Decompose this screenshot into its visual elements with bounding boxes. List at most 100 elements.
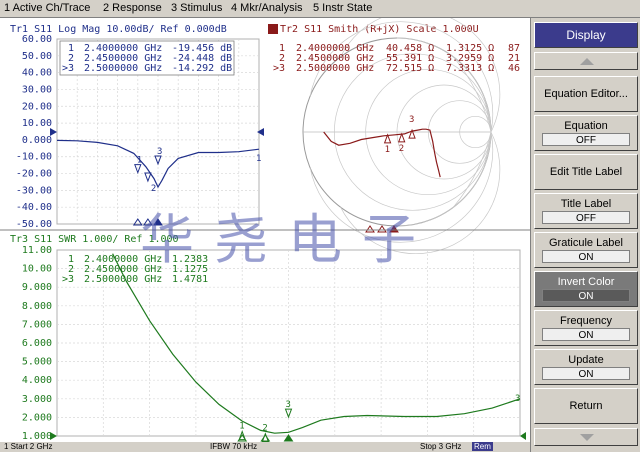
tr1-y-tick-label: 60.00 (22, 34, 52, 45)
tr2-mk3-extra: 46 (508, 63, 520, 74)
menu-bar: 1 Active Ch/Trace 2 Response 3 Stimulus … (0, 0, 640, 18)
tr3-marker-label: 3 (286, 400, 291, 410)
tr1-mk3-num: >3 (62, 63, 74, 74)
scroll-up-button[interactable] (534, 52, 638, 70)
tr3-y-tick-labels: 11.00 10.00 9.000 8.000 7.000 6.000 5.000 4.000… (22, 245, 52, 442)
edit-title-label-softkey[interactable]: Edit Title Label (534, 154, 638, 190)
frequency-value: ON (542, 328, 630, 341)
invert-color-text: Invert Color (557, 276, 615, 288)
equation-softkey[interactable]: Equation OFF (534, 115, 638, 151)
tr1-y-tick-label: 10.00 (22, 118, 52, 129)
tr1-ref-marker-left (50, 128, 57, 136)
menu-mkr-analysis[interactable]: 4 Mkr/Analysis (231, 2, 303, 14)
tr3-marker-label: 2 (262, 424, 267, 434)
tr1-log-mag-chart: Tr1 S11 Log Mag 10.00dB/ Ref 0.000dB 60.… (10, 24, 264, 230)
tr2-marker-stim-indicator (365, 225, 375, 233)
tr2-mk3-r: 72.515 Ω (386, 63, 434, 74)
smith-reactance-arc (340, 18, 501, 133)
graticule-label-softkey[interactable]: Graticule Label ON (534, 232, 638, 268)
tr3-ref-marker-left (50, 432, 57, 440)
menu-stimulus[interactable]: 3 Stimulus (171, 2, 222, 14)
tr2-marker-table: 1 2.4000000 GHz 40.458 Ω 1.3125 Ω 87 2 2… (273, 43, 520, 74)
tr2-marker-stim-indicator (389, 225, 399, 233)
tr1-marker-label: 2 (151, 184, 156, 194)
tr1-marker-glyph[interactable] (144, 172, 152, 183)
tr1-ref-marker-right (257, 128, 264, 136)
title-label-value: OFF (542, 211, 630, 224)
tr3-y-tick-label: 1.000 (22, 431, 52, 442)
invert-color-value: ON (542, 289, 630, 302)
softkey-panel: Display Equation Editor... Equation OFF E… (530, 18, 640, 452)
display-softkey[interactable]: Display (534, 22, 638, 48)
triangle-down-icon (580, 434, 594, 441)
tr3-y-tick-label: 6.000 (22, 338, 52, 349)
tr3-y-tick-label: 3.000 (22, 394, 52, 405)
tr1-marker-glyphs: 1 2 3 1 (132, 147, 261, 226)
tr2-trace (323, 128, 441, 178)
tr1-marker-label: 3 (157, 147, 162, 157)
tr2-marker-stim-indicator (377, 225, 387, 233)
tr3-title[interactable]: Tr3 S11 SWR 1.000/ Ref 1.000 (10, 234, 179, 245)
status-rem-badge: Rem (472, 442, 493, 451)
return-softkey[interactable]: Return (534, 388, 638, 424)
tr3-mk3-num: >3 (62, 274, 74, 285)
equation-editor-label: Equation Editor... (544, 88, 628, 100)
status-ifbw: IFBW 70 kHz (210, 442, 258, 451)
tr3-mk3-value: 1.4781 (172, 274, 208, 285)
tr3-mk3-freq: 2.5000000 GHz (84, 274, 162, 285)
menu-active-ch-trace[interactable]: 1 Active Ch/Trace (4, 2, 90, 14)
graticule-label-text: Graticule Label (549, 237, 623, 249)
update-softkey[interactable]: Update ON (534, 349, 638, 385)
tr1-y-tick-label: 0.000 (22, 135, 52, 146)
triangle-up-icon (580, 58, 594, 65)
tr1-y-tick-label: -20.00 (16, 169, 52, 180)
tr3-y-tick-label: 10.00 (22, 264, 52, 275)
tr1-marker-table: 1 2.4000000 GHz -19.456 dB 2 2.4500000 G… (59, 40, 235, 76)
tr2-mk3-freq: 2.5000000 GHz (296, 63, 374, 74)
tr2-title[interactable]: Tr2 S11 Smith (R+jX) Scale 1.000U (280, 24, 479, 35)
display-label: Display (566, 28, 606, 42)
equation-value: OFF (542, 133, 630, 146)
tr3-y-tick-label: 8.000 (22, 301, 52, 312)
tr3-swr-chart: Tr3 S11 SWR 1.000/ Ref 1.000 11.00 10.00 9… (0, 229, 530, 443)
equation-editor-softkey[interactable]: Equation Editor... (534, 76, 638, 112)
frequency-softkey[interactable]: Frequency ON (534, 310, 638, 346)
scroll-down-button[interactable] (534, 428, 638, 446)
tr3-y-tick-label: 5.000 (22, 357, 52, 368)
status-bar: 1 Start 2 GHz IFBW 70 kHz Stop 3 GHz Rem (0, 442, 530, 452)
tr3-y-tick-label: 4.000 (22, 375, 52, 386)
update-value: ON (542, 367, 630, 380)
tr1-mk3-value: -14.292 dB (172, 63, 232, 74)
plot-area: Tr1 S11 Log Mag 10.00dB/ Ref 0.000dB 60.… (0, 18, 530, 443)
status-start: 1 Start 2 GHz (4, 442, 53, 451)
title-label-text: Title Label (560, 198, 612, 210)
tr2-active-badge (268, 24, 278, 34)
tr1-y-tick-label: -50.00 (16, 219, 52, 230)
update-text: Update (568, 354, 604, 366)
tr1-y-tick-label: 30.00 (22, 84, 52, 95)
tr2-marker-label: 2 (399, 144, 404, 154)
tr1-marker-stim-indicator (153, 218, 163, 226)
tr3-y-tick-label: 11.00 (22, 245, 52, 256)
tr2-marker-label: 1 (385, 145, 390, 155)
tr1-mk3-freq: 2.5000000 GHz (84, 63, 162, 74)
invert-color-softkey[interactable]: Invert Color ON (534, 271, 638, 307)
tr3-marker-table: 1 2.4000000 GHz 1.2383 2 2.4500000 GHz 1… (62, 254, 208, 285)
tr1-marker-label: 1 (137, 156, 142, 166)
tr2-marker-glyph[interactable] (397, 132, 406, 143)
title-label-softkey[interactable]: Title Label OFF (534, 193, 638, 229)
tr1-y-tick-labels: 60.00 50.00 40.00 30.00 20.00 10.00 0.000 -10.0… (16, 34, 52, 230)
frequency-text: Frequency (560, 315, 612, 327)
tr1-trace-end-label: 1 (256, 154, 261, 164)
tr2-mk3-num: >3 (273, 63, 285, 74)
tr3-ref-marker-right (520, 432, 526, 440)
menu-instr-state[interactable]: 5 Instr State (313, 2, 372, 14)
smith-reactance-arc (340, 131, 501, 254)
tr3-y-tick-label: 9.000 (22, 282, 52, 293)
menu-response[interactable]: 2 Response (103, 2, 162, 14)
tr1-y-tick-label: -40.00 (16, 202, 52, 213)
status-stop: Stop 3 GHz (420, 442, 462, 451)
equation-label: Equation (564, 120, 608, 132)
tr3-y-tick-label: 2.000 (22, 412, 52, 423)
tr1-y-tick-label: -10.00 (16, 152, 52, 163)
